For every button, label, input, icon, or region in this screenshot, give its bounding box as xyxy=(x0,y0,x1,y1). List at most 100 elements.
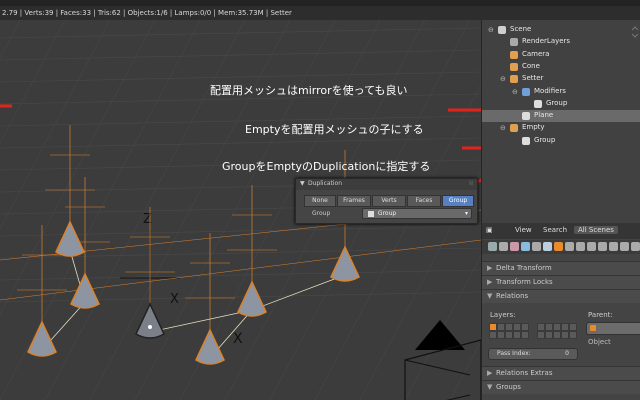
tab-search[interactable]: Search xyxy=(543,226,567,234)
layer-toggle[interactable] xyxy=(537,331,545,339)
duplication-header[interactable]: ▼ Duplication ⁞⁞ xyxy=(296,179,477,190)
outliner-item[interactable]: ⊖ Setter xyxy=(482,73,640,85)
panel-label: Delta Transform xyxy=(496,264,552,272)
layer-toggle[interactable] xyxy=(505,323,513,331)
outliner-item-label: Setter xyxy=(522,74,544,83)
annotation-mirror: 配置用メッシュはmirrorを使っても良い xyxy=(210,84,408,97)
status-bar: 2.79 | Verts:39 | Faces:33 | Tris:62 | O… xyxy=(0,0,640,20)
pass-index-label: Pass Index: xyxy=(497,350,531,357)
status-text: 2.79 | Verts:39 | Faces:33 | Tris:62 | O… xyxy=(2,9,292,17)
outliner-item[interactable]: ⊖ Empty xyxy=(482,122,640,134)
outliner-item[interactable]: Camera xyxy=(482,49,640,61)
group-icon xyxy=(522,136,530,145)
dup-none-button[interactable]: None xyxy=(304,195,336,207)
layer-toggle[interactable] xyxy=(521,323,529,331)
tab-view[interactable]: View xyxy=(515,226,532,234)
layer-toggle[interactable] xyxy=(505,331,513,339)
dup-group-field[interactable]: Group ▾ xyxy=(362,208,472,219)
layer-toggle[interactable] xyxy=(561,323,569,331)
dup-group-button[interactable]: Group xyxy=(442,195,474,207)
layer-toggle[interactable] xyxy=(537,323,545,331)
cone-instance[interactable] xyxy=(237,280,267,317)
editor-type-icon[interactable]: ▣ xyxy=(486,226,493,234)
duplication-panel: ▼ Duplication ⁞⁞ None Frames Verts Faces… xyxy=(295,178,478,224)
layer-toggle[interactable] xyxy=(521,331,529,339)
context-tab-icon[interactable] xyxy=(532,242,541,251)
layer-toggle[interactable] xyxy=(489,331,497,339)
panel-label: Groups xyxy=(496,383,521,391)
drag-handle-icon[interactable]: ⁞⁞ xyxy=(469,180,473,187)
panel-relations-extras[interactable]: ▶ Relations Extras xyxy=(482,366,640,380)
context-tab-icon[interactable] xyxy=(510,242,519,251)
context-tab-icon[interactable] xyxy=(499,242,508,251)
panel-groups[interactable]: ▼ Groups xyxy=(482,380,640,394)
outliner-item-label: Cone xyxy=(522,61,540,70)
layer-toggle[interactable] xyxy=(569,331,577,339)
context-tab-icon[interactable] xyxy=(598,242,607,251)
context-tab-icon[interactable] xyxy=(631,242,640,251)
layer-toggle[interactable] xyxy=(513,323,521,331)
cone-instance[interactable] xyxy=(135,302,165,339)
outliner-item[interactable]: Plane xyxy=(482,110,640,123)
cone-instance[interactable] xyxy=(330,245,360,282)
context-tab-icon[interactable] xyxy=(587,242,596,251)
layer-toggle[interactable] xyxy=(513,331,521,339)
layer-toggle[interactable] xyxy=(561,331,569,339)
collapse-icon[interactable]: ⊖ xyxy=(488,26,494,34)
outliner-item[interactable]: Group xyxy=(482,98,640,110)
context-tab-icon[interactable] xyxy=(521,242,530,251)
context-tab-icon[interactable] xyxy=(576,242,585,251)
group-icon xyxy=(368,210,374,217)
panel-label: Relations xyxy=(496,292,529,300)
layer-toggle[interactable] xyxy=(553,323,561,331)
layer-toggle[interactable] xyxy=(545,323,553,331)
context-tab-icon[interactable] xyxy=(620,242,629,251)
origin-dot xyxy=(148,325,152,329)
dropdown-arrow-icon: ▾ xyxy=(464,210,468,217)
header-band xyxy=(0,0,640,6)
pass-index-field[interactable]: Pass Index: 0 xyxy=(488,348,578,360)
panel-relations[interactable]: ▼ Relations xyxy=(482,289,640,303)
outliner-item[interactable]: ⊖ Modifiers xyxy=(482,86,640,98)
outliner-item-label: Group xyxy=(534,135,556,144)
expand-triangle-icon: ▶ xyxy=(487,278,493,286)
layer-toggle[interactable] xyxy=(497,331,505,339)
context-tab-icon[interactable] xyxy=(488,242,497,251)
cone-instance[interactable] xyxy=(70,272,100,309)
layer-toggle[interactable] xyxy=(569,323,577,331)
outliner-item-label: Group xyxy=(546,98,568,107)
properties-context-tabs xyxy=(482,240,640,254)
collapse-icon[interactable]: ⊖ xyxy=(500,124,506,132)
wrench-icon xyxy=(522,87,530,96)
cone-instance[interactable] xyxy=(55,220,85,257)
dup-faces-button[interactable]: Faces xyxy=(407,195,441,207)
dup-group-label: Group xyxy=(312,210,331,217)
cone-icon xyxy=(510,62,518,71)
collapse-icon[interactable]: ⊖ xyxy=(500,75,506,83)
object-icon xyxy=(590,325,596,331)
outliner-item[interactable]: Cone xyxy=(482,61,640,73)
dup-verts-button[interactable]: Verts xyxy=(372,195,406,207)
layer-toggle[interactable] xyxy=(497,323,505,331)
parent-type-value[interactable]: Object xyxy=(588,338,611,346)
context-tab-icon[interactable] xyxy=(609,242,618,251)
outliner-item[interactable]: RenderLayers xyxy=(482,36,640,48)
outliner-item-label: Scene xyxy=(510,25,532,33)
panel-transform-locks[interactable]: ▶ Transform Locks xyxy=(482,275,640,289)
context-tab-icon[interactable] xyxy=(565,242,574,251)
collapse-icon[interactable]: ⊖ xyxy=(512,88,518,96)
panel-delta-transform[interactable]: ▶ Delta Transform xyxy=(482,261,640,275)
parent-field[interactable] xyxy=(586,322,640,335)
layer-toggle[interactable] xyxy=(553,331,561,339)
collapse-triangle-icon[interactable]: ▼ xyxy=(300,180,305,187)
properties-editor: ▣ View Search All Scenes ▶ Delta Transfo… xyxy=(481,223,640,400)
camera-object[interactable] xyxy=(404,320,481,400)
tab-all-scenes[interactable]: All Scenes xyxy=(574,226,618,234)
outliner-item[interactable]: ⊖ Scene xyxy=(482,24,640,36)
layer-toggle[interactable] xyxy=(545,331,553,339)
dup-frames-button[interactable]: Frames xyxy=(337,195,371,207)
outliner-item[interactable]: Group xyxy=(482,135,640,147)
layer-toggle[interactable] xyxy=(489,323,497,331)
context-tab-icon[interactable] xyxy=(554,242,563,251)
context-tab-icon[interactable] xyxy=(543,242,552,251)
